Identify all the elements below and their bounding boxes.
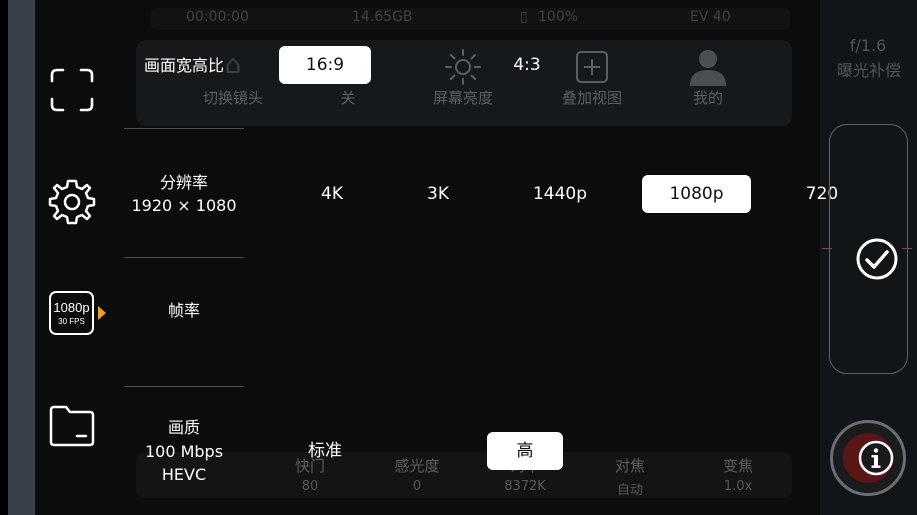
quality-codec: HEVC	[161, 465, 207, 484]
aspect-option-16-9[interactable]: 16:9	[279, 46, 371, 84]
confirm-check-icon[interactable]	[856, 238, 898, 280]
quality-option-high[interactable]: 高	[487, 432, 563, 470]
bg-bottom-value: 自动	[616, 483, 643, 498]
active-indicator-icon	[98, 306, 106, 320]
fps-badge[interactable]: 1080p 30 FPS	[49, 291, 94, 335]
bg-toolbar-item: 屏幕亮度	[432, 89, 493, 107]
ev-value: EV 40	[690, 9, 731, 25]
framerate-label: 帧率	[167, 301, 200, 320]
folder-icon[interactable]	[48, 402, 96, 450]
bg-bottom-value: 80	[301, 479, 319, 494]
slider-tick	[902, 248, 912, 249]
gear-icon[interactable]	[48, 178, 96, 226]
aspect-ratio-label: 画面宽高比	[143, 56, 224, 75]
quality-bitrate: 100 Mbps	[144, 442, 224, 461]
bg-toolbar-item: 叠加视图	[561, 89, 622, 107]
info-icon[interactable]	[857, 439, 895, 477]
brightness-icon	[445, 49, 481, 85]
bg-bottom-value: 1.0x	[723, 479, 753, 494]
bg-bottom-value: 0	[412, 479, 422, 494]
quality-option-standard[interactable]: 标准	[300, 432, 350, 470]
resolution-value: 1920 × 1080	[131, 196, 237, 215]
quality-label: 画质	[167, 418, 200, 437]
record-time: 00:00:00	[186, 9, 249, 25]
battery-level: 100%	[538, 9, 579, 25]
overlay-add-icon	[576, 51, 608, 83]
fps-badge-fps: 30 FPS	[58, 317, 85, 326]
bg-toolbar-item: 关	[340, 89, 356, 107]
storage-remaining: 14.65GB	[352, 9, 413, 25]
resolution-label: 分辨率	[159, 173, 208, 192]
divider	[124, 257, 244, 258]
screen-edge	[0, 0, 8, 515]
battery-icon: ▯	[520, 9, 528, 25]
bg-bottom-label: 变焦	[722, 457, 753, 475]
resolution-option-3k[interactable]: 3K	[412, 175, 464, 213]
divider	[124, 386, 244, 387]
slider-tick	[822, 248, 832, 249]
aspect-ratio-icon[interactable]	[48, 66, 96, 114]
bg-bottom-value: 8372K	[504, 479, 546, 494]
divider	[124, 128, 244, 129]
aspect-option-4-3[interactable]: 4:3	[502, 46, 552, 84]
resolution-option-1080p[interactable]: 1080p	[642, 175, 751, 213]
fps-badge-resolution: 1080p	[53, 300, 90, 315]
bg-toolbar-item: 我的	[692, 89, 723, 107]
exposure-comp-label: 曝光补偿	[836, 61, 901, 80]
bg-bottom-label: 感光度	[394, 457, 440, 475]
profile-icon	[690, 50, 726, 86]
bg-bottom-label: 对焦	[614, 457, 645, 475]
resolution-option-4k[interactable]: 4K	[306, 175, 358, 213]
aperture-value: f/1.6	[849, 36, 887, 55]
left-rail	[8, 0, 35, 515]
bg-toolbar-item: 切换镜头	[202, 89, 263, 107]
resolution-option-1440p[interactable]: 1440p	[522, 175, 598, 213]
